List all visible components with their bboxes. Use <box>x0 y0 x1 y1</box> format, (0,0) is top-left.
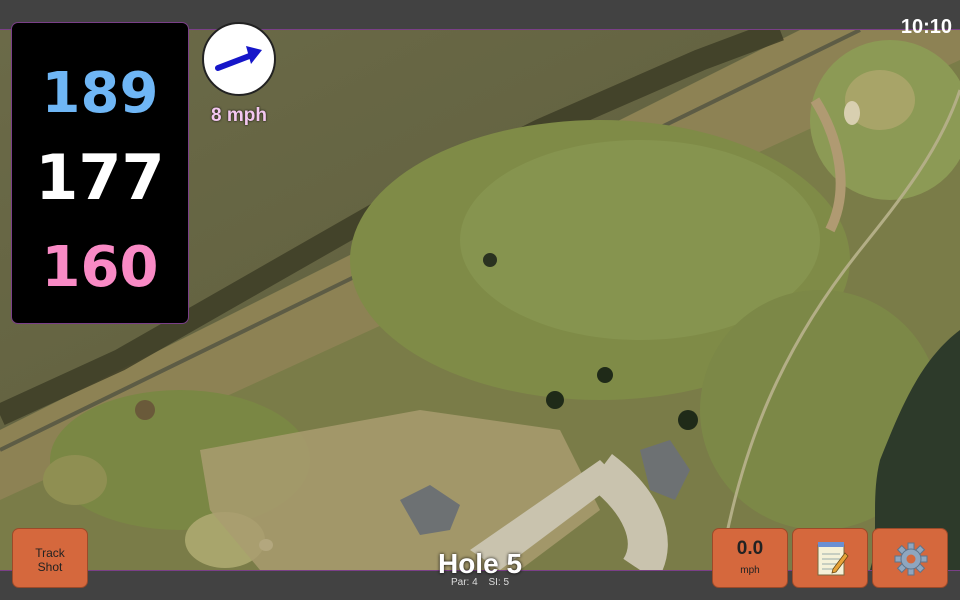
front-distance: 160 <box>41 235 159 300</box>
speed-button[interactable]: 0.0 mph <box>712 528 788 588</box>
track-shot-label: Track Shot <box>35 546 65 574</box>
clock: 10:10 <box>900 16 952 38</box>
speed-value: 0.0 <box>736 538 764 559</box>
wind-direction-arrow-icon <box>215 46 262 71</box>
back-distance: 189 <box>41 61 159 126</box>
speed-unit: mph <box>740 565 760 576</box>
wind-speed-label: 8 mph <box>211 105 267 126</box>
hole-stroke-index: SI: 5 <box>488 577 510 588</box>
gear-icon <box>894 542 928 576</box>
notes-button[interactable] <box>792 528 868 588</box>
middle-distance: 177 <box>35 141 165 214</box>
hole-info: Par: 4 SI: 5 <box>400 577 560 589</box>
settings-button[interactable] <box>872 528 948 588</box>
hole-par: Par: 4 <box>450 577 478 588</box>
notepad-icon <box>817 542 849 576</box>
distance-panel: 189 177 160 <box>11 22 189 324</box>
track-shot-button[interactable]: Track Shot <box>12 528 88 588</box>
hole-title: Hole 5 <box>437 548 523 579</box>
wind-indicator <box>202 22 276 96</box>
